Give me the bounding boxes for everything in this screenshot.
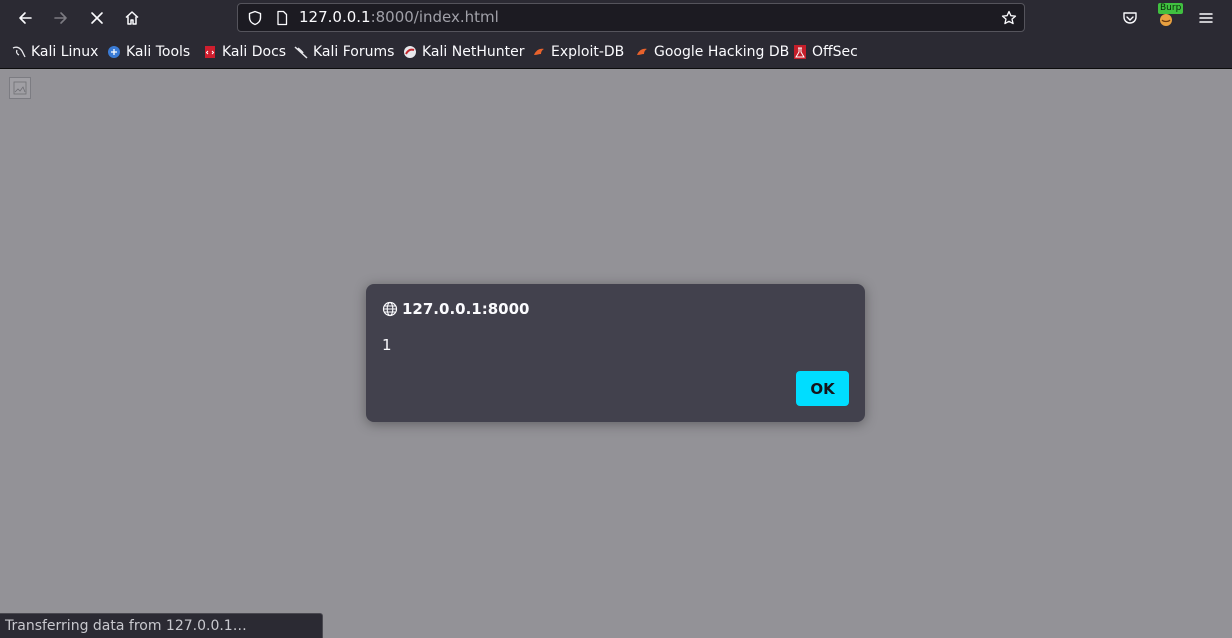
bookmark-label: Kali Linux bbox=[31, 44, 99, 60]
dialog-message: 1 bbox=[382, 336, 392, 354]
bookmark-kali-nethunter[interactable]: Kali NetHunter bbox=[403, 36, 524, 68]
close-icon bbox=[91, 12, 103, 24]
offsec-icon bbox=[794, 45, 806, 59]
bookmark-kali-tools[interactable]: Kali Tools bbox=[107, 36, 190, 68]
menu-button[interactable] bbox=[1192, 4, 1220, 32]
home-icon bbox=[125, 11, 139, 25]
burp-badge: Burp bbox=[1158, 3, 1184, 14]
url-path: :8000/index.html bbox=[370, 8, 499, 26]
bookmark-label: Kali Tools bbox=[126, 44, 191, 60]
forward-button[interactable] bbox=[47, 4, 75, 32]
bookmarks-toolbar: Kali Linux Kali Tools Kali Docs Kali For… bbox=[0, 36, 1232, 69]
shield-icon[interactable] bbox=[247, 10, 263, 26]
home-button[interactable] bbox=[118, 4, 146, 32]
status-panel: Transferring data from 127.0.0.1… bbox=[0, 613, 323, 638]
ghdb-icon bbox=[637, 48, 647, 55]
url-text[interactable]: 127.0.0.1:8000/index.html bbox=[299, 4, 499, 31]
page-icon[interactable] bbox=[274, 10, 290, 26]
arrow-left-icon bbox=[19, 12, 32, 24]
kali-tools-icon bbox=[108, 46, 120, 58]
browser-toolbar: 127.0.0.1:8000/index.html Burp bbox=[0, 0, 1232, 36]
nethunter-icon bbox=[404, 46, 416, 58]
star-icon[interactable] bbox=[1001, 10, 1017, 26]
kali-docs-icon bbox=[205, 46, 215, 58]
kali-forums-icon bbox=[294, 46, 308, 59]
dialog-origin: 127.0.0.1:8000 bbox=[402, 300, 530, 318]
page-content: 127.0.0.1:8000 1 OK bbox=[0, 69, 1232, 638]
bookmark-label: Google Hacking DB bbox=[654, 44, 790, 60]
broken-image-icon bbox=[9, 77, 31, 99]
bookmark-label: Kali NetHunter bbox=[422, 44, 525, 60]
stop-button[interactable] bbox=[83, 4, 111, 32]
back-button[interactable] bbox=[11, 4, 39, 32]
bookmark-label: Kali Forums bbox=[313, 44, 395, 60]
bookmark-offsec[interactable]: OffSec bbox=[793, 36, 858, 68]
alert-dialog: 127.0.0.1:8000 1 OK bbox=[366, 284, 865, 422]
globe-icon bbox=[382, 301, 398, 317]
hamburger-menu-icon bbox=[1199, 13, 1213, 23]
bookmark-google-hacking-db[interactable]: Google Hacking DB bbox=[635, 36, 789, 68]
bookmark-kali-docs[interactable]: Kali Docs bbox=[203, 36, 286, 68]
bookmark-label: OffSec bbox=[812, 44, 858, 60]
pocket-icon bbox=[1123, 12, 1137, 24]
bookmark-kali-linux[interactable]: Kali Linux bbox=[12, 36, 98, 68]
exploit-db-icon bbox=[534, 48, 544, 55]
ok-button[interactable]: OK bbox=[796, 371, 849, 406]
bookmark-exploit-db[interactable]: Exploit-DB bbox=[532, 36, 624, 68]
bookmark-kali-forums[interactable]: Kali Forums bbox=[294, 36, 394, 68]
kali-dragon-icon bbox=[12, 46, 26, 58]
arrow-right-icon bbox=[54, 12, 67, 24]
url-host: 127.0.0.1 bbox=[299, 8, 371, 26]
address-bar[interactable]: 127.0.0.1:8000/index.html bbox=[237, 3, 1025, 32]
pocket-button[interactable] bbox=[1116, 4, 1144, 32]
bookmark-label: Kali Docs bbox=[222, 44, 287, 60]
bookmark-label: Exploit-DB bbox=[551, 44, 625, 60]
